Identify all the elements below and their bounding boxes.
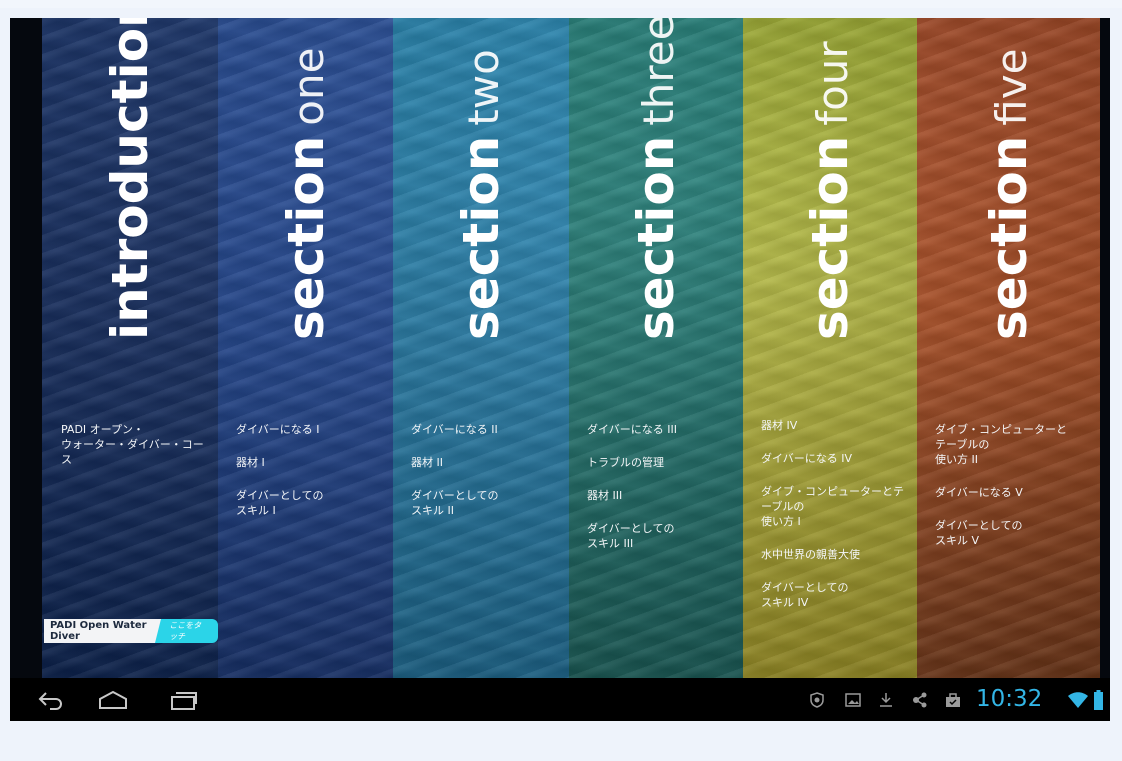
top-strip (0, 0, 1122, 8)
page: introduction PADI オープン・ ウォーター・ダイバー・コース P… (0, 0, 1122, 761)
back-icon[interactable] (38, 690, 64, 710)
column-section-three[interactable]: section three ダイバーになる III トラブルの管理 器材 III … (569, 18, 743, 678)
column-title: section four (801, 41, 859, 340)
home-icon[interactable] (97, 690, 129, 710)
list-item[interactable]: 器材 I (236, 455, 385, 470)
download-icon (880, 693, 892, 707)
list-item[interactable]: ダイバーとしての スキル V (935, 518, 1092, 548)
app-area: introduction PADI オープン・ ウォーター・ダイバー・コース P… (10, 18, 1110, 678)
column-title: section two (452, 49, 510, 340)
list-item[interactable]: ダイバーとしての スキル III (587, 521, 735, 551)
image-icon (845, 693, 861, 707)
item-list: ダイバーになる II 器材 II ダイバーとしての スキル II (411, 422, 561, 536)
list-item[interactable]: ダイバーになる IV (761, 451, 909, 466)
list-item[interactable]: ダイブ・コンピューターと テーブルの 使い方 II (935, 422, 1092, 467)
list-item[interactable]: ダイバーとしての スキル I (236, 488, 385, 518)
list-item[interactable]: 器材 IV (761, 418, 909, 433)
list-item[interactable]: トラブルの管理 (587, 455, 735, 470)
briefcase-icon (946, 693, 960, 707)
list-item[interactable]: ダイバーになる V (935, 485, 1092, 500)
title-bold: introduction (101, 18, 159, 340)
battery-icon (1094, 690, 1103, 710)
title-light: two (459, 49, 508, 126)
tablet-screen: introduction PADI オープン・ ウォーター・ダイバー・コース P… (10, 18, 1110, 721)
padi-open-water-diver-link[interactable]: PADI Open Water Diver ここをタッチ (44, 619, 218, 643)
list-item[interactable]: 器材 II (411, 455, 561, 470)
title-bold: section (452, 135, 510, 340)
course-name-label: PADI Open Water Diver (44, 619, 162, 643)
recent-apps-icon[interactable] (170, 690, 198, 710)
list-item[interactable]: ダイバーになる II (411, 422, 561, 437)
list-item[interactable]: ダイバーとしての スキル IV (761, 580, 909, 610)
column-introduction[interactable]: introduction PADI オープン・ ウォーター・ダイバー・コース P… (42, 18, 218, 678)
title-bold: section (627, 135, 685, 340)
column-section-two[interactable]: section two ダイバーになる II 器材 II ダイバーとしての スキル… (393, 18, 569, 678)
section-columns: introduction PADI オープン・ ウォーター・ダイバー・コース P… (42, 18, 1100, 678)
title-light: three (634, 18, 683, 126)
list-item[interactable]: ダイバーになる III (587, 422, 735, 437)
wifi-icon (1068, 692, 1088, 708)
column-title: section five (980, 48, 1038, 340)
item-list: PADI オープン・ ウォーター・ダイバー・コース (61, 422, 210, 485)
title-bold: section (979, 135, 1038, 340)
list-item[interactable]: PADI オープン・ ウォーター・ダイバー・コース (61, 422, 210, 467)
shield-icon (810, 692, 824, 708)
touch-here-button[interactable]: ここをタッチ (155, 619, 218, 643)
column-section-five[interactable]: section five ダイブ・コンピューターと テーブルの 使い方 II ダイ… (917, 18, 1100, 678)
title-light: four (808, 41, 857, 126)
system-bar: 10:32 (10, 678, 1110, 721)
title-bold: section (801, 135, 859, 340)
list-item[interactable]: 器材 III (587, 488, 735, 503)
column-section-four[interactable]: section four 器材 IV ダイバーになる IV ダイブ・コンピューター… (743, 18, 917, 678)
item-list: ダイバーになる I 器材 I ダイバーとしての スキル I (236, 422, 385, 536)
list-item[interactable]: ダイバーとしての スキル II (411, 488, 561, 518)
column-title: section three (627, 18, 685, 340)
column-section-one[interactable]: section one ダイバーになる I 器材 I ダイバーとしての スキル I (218, 18, 393, 678)
title-light: five (986, 48, 1036, 126)
column-title: introduction (101, 18, 159, 340)
item-list: ダイブ・コンピューターと テーブルの 使い方 II ダイバーになる V ダイバー… (935, 422, 1092, 566)
title-light: one (283, 47, 333, 126)
list-item[interactable]: ダイバーになる I (236, 422, 385, 437)
item-list: 器材 IV ダイバーになる IV ダイブ・コンピューターとテ ーブルの 使い方 … (761, 418, 909, 628)
item-list: ダイバーになる III トラブルの管理 器材 III ダイバーとしての スキル … (587, 422, 735, 569)
status-clock: 10:32 (976, 686, 1043, 712)
list-item[interactable]: 水中世界の親善大使 (761, 547, 909, 562)
list-item[interactable]: ダイブ・コンピューターとテ ーブルの 使い方 I (761, 484, 909, 529)
title-bold: section (276, 135, 335, 340)
column-title: section one (277, 47, 335, 340)
share-icon (913, 692, 927, 708)
